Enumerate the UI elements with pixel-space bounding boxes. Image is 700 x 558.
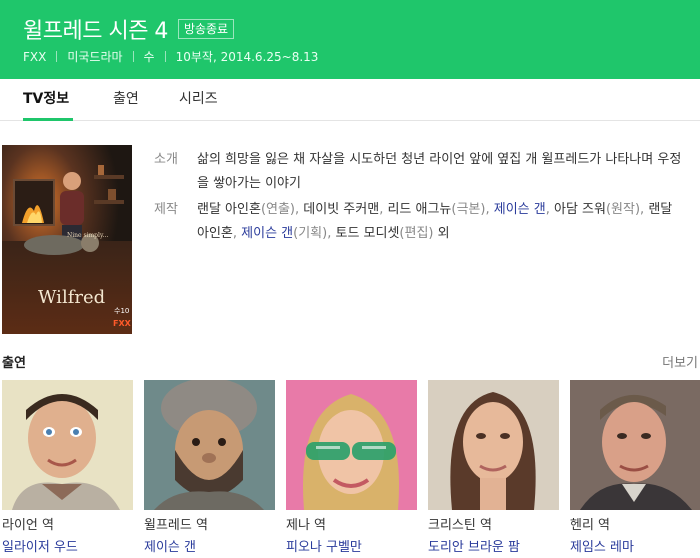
program-title[interactable]: 윌프레드 시즌 4 — [23, 13, 168, 45]
episode-info: 10부작, 2014.6.25~8.13 — [175, 50, 319, 64]
actor-photo-image — [570, 380, 700, 510]
credit-role: , — [545, 202, 554, 217]
poster-tagline: Nine simply... — [67, 232, 108, 239]
program-header: 윌프레드 시즌 4 방송종료 FXX 미국드라마 수 10부작, 2014.6.… — [0, 0, 700, 79]
cast-card[interactable]: 윌프레드 역 제이슨 갠 — [144, 380, 275, 556]
credit-name[interactable]: 토드 모디셋 — [335, 226, 399, 241]
actor-photo-image — [428, 380, 559, 510]
poster-image: Nine simply... Wilfred 수10 FXX — [2, 145, 132, 334]
cast-card[interactable]: 라이언 역 일라이저 우드 — [2, 380, 133, 556]
actor-photo[interactable] — [144, 380, 275, 510]
cast-card[interactable]: 헨리 역 제임스 레마 — [570, 380, 700, 556]
actor-name[interactable]: 제이슨 갠 — [144, 540, 275, 556]
poster-network-logo: FXX — [113, 319, 132, 328]
meta-divider — [132, 51, 134, 62]
actor-name[interactable]: 일라이저 우드 — [2, 540, 133, 556]
tab-series[interactable]: 시리즈 — [179, 79, 218, 121]
actor-name[interactable]: 제임스 레마 — [570, 540, 700, 556]
character-role: 라이언 역 — [2, 518, 54, 533]
credit-role: (연출), — [260, 202, 304, 217]
intro-row: 소개 삶의 희망을 잃은 채 자살을 시도하던 청년 라이언 앞에 옆집 개 윌… — [154, 148, 684, 196]
credit-name-link[interactable]: 제이슨 갠 — [241, 226, 293, 241]
character-role: 크리스틴 역 — [428, 518, 492, 533]
credit-name[interactable]: 랜달 아인혼 — [197, 202, 261, 217]
title-row: 윌프레드 시즌 4 방송종료 — [23, 13, 235, 45]
poster-title: Wilfred — [38, 287, 105, 308]
channel-name[interactable]: FXX — [23, 50, 46, 64]
credit-role: (원작), — [605, 202, 649, 217]
meta-divider — [164, 51, 166, 62]
credit-role: (기획), — [293, 226, 336, 241]
actor-photo[interactable] — [286, 380, 417, 510]
production-credits: 랜달 아인혼(연출), 데이빗 주커맨, 리드 애그뉴(극본), 제이슨 갠, … — [197, 198, 684, 246]
credit-role: (극본), — [451, 202, 494, 217]
intro-label: 소개 — [154, 152, 178, 167]
credit-name[interactable]: 리드 애그뉴 — [387, 202, 451, 217]
production-label: 제작 — [154, 202, 178, 217]
character-role: 윌프레드 역 — [144, 518, 208, 533]
meta-divider — [56, 51, 58, 62]
credit-name[interactable]: 데이빗 주커맨 — [303, 202, 379, 217]
genre: 미국드라마 — [67, 50, 123, 64]
credit-etc: 외 — [437, 226, 450, 241]
credit-role: (편집) — [399, 226, 438, 241]
actor-name[interactable]: 도리안 브라운 팜 — [428, 540, 559, 556]
character-role: 제나 역 — [286, 518, 327, 533]
actor-photo[interactable] — [428, 380, 559, 510]
actor-photo-image — [144, 380, 275, 510]
actor-name[interactable]: 피오나 구벨만 — [286, 540, 417, 556]
tab-cast[interactable]: 출연 — [113, 79, 139, 121]
actor-photo-image — [286, 380, 417, 510]
more-link[interactable]: 더보기 — [662, 352, 698, 371]
intro-text: 삶의 희망을 잃은 채 자살을 시도하던 청년 라이언 앞에 옆집 개 윌프레드… — [197, 152, 682, 191]
program-info: 소개 삶의 희망을 잃은 채 자살을 시도하던 청년 라이언 앞에 옆집 개 윌… — [154, 148, 684, 246]
tab-bar: TV정보 출연 시리즈 — [0, 79, 700, 121]
production-row: 제작 랜달 아인혼(연출), 데이빗 주커맨, 리드 애그뉴(극본), 제이슨 … — [154, 198, 684, 246]
cast-card[interactable]: 크리스틴 역 도리안 브라운 팜 — [428, 380, 559, 556]
cast-card[interactable]: 제나 역 피오나 구벨만 — [286, 380, 417, 556]
character-role: 헨리 역 — [570, 518, 611, 533]
cast-section-title: 출연 — [2, 356, 26, 371]
program-meta: FXX 미국드라마 수 10부작, 2014.6.25~8.13 — [23, 48, 318, 65]
poster-badge: 수10 — [114, 307, 129, 315]
actor-photo-image — [2, 380, 133, 510]
actor-photo[interactable] — [2, 380, 133, 510]
actor-photo[interactable] — [570, 380, 700, 510]
credit-role: , — [232, 226, 242, 241]
air-day: 수 — [143, 50, 155, 64]
tab-tv-info[interactable]: TV정보 — [23, 79, 73, 121]
program-poster[interactable]: Nine simply... Wilfred 수10 FXX — [2, 145, 132, 334]
credit-name-link[interactable]: 제이슨 갠 — [494, 202, 546, 217]
credit-name[interactable]: 아담 즈워 — [554, 202, 606, 217]
status-badge: 방송종료 — [177, 19, 235, 39]
